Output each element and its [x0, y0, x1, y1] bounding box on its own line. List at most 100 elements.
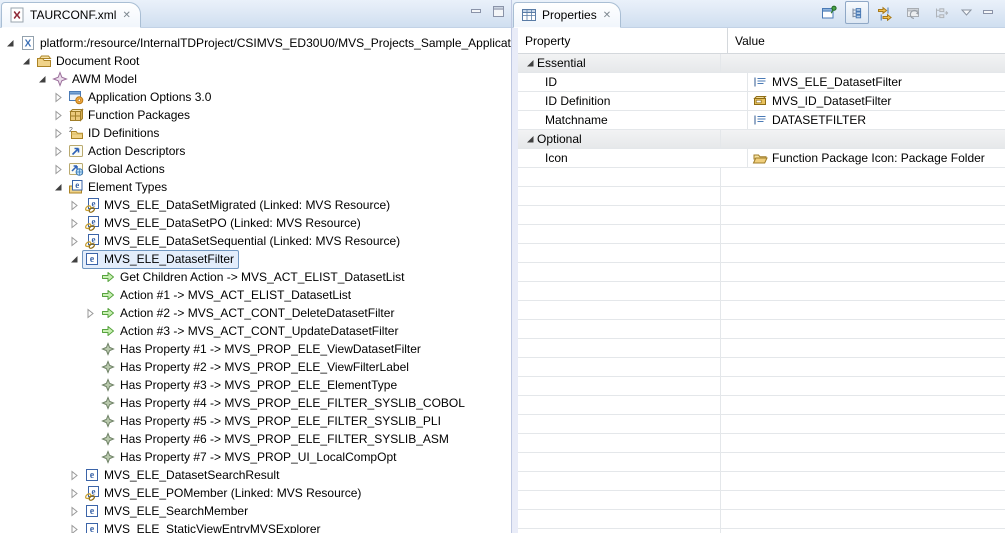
tree-item[interactable]: eMVS_ELE_StaticViewEntryMVSExplorer: [82, 520, 326, 533]
tree-item[interactable]: 2ID Definitions: [66, 124, 164, 143]
collapse-toggle-icon[interactable]: [18, 53, 34, 69]
expand-toggle-icon[interactable]: [50, 89, 66, 105]
tree-row[interactable]: Has Property #6 -> MVS_PROP_ELE_FILTER_S…: [0, 430, 511, 448]
expand-toggle-icon[interactable]: [66, 485, 82, 501]
expand-toggle-icon[interactable]: [50, 161, 66, 177]
minimize-icon[interactable]: [470, 5, 483, 18]
tree-row[interactable]: eMVS_ELE_DataSetPO (Linked: MVS Resource…: [0, 214, 511, 232]
minimize-icon[interactable]: [979, 1, 997, 24]
tree-item[interactable]: Action #1 -> MVS_ACT_ELIST_DatasetList: [98, 286, 356, 305]
property-value-cell[interactable]: DATASETFILTER: [747, 111, 1005, 129]
tree-row[interactable]: Action #3 -> MVS_ACT_CONT_UpdateDatasetF…: [0, 322, 511, 340]
property-value-cell[interactable]: [720, 130, 1005, 148]
tree-row[interactable]: Action #2 -> MVS_ACT_CONT_DeleteDatasetF…: [0, 304, 511, 322]
property-row[interactable]: MatchnameDATASETFILTER: [518, 111, 1005, 130]
tree-row[interactable]: Get Children Action -> MVS_ACT_ELIST_Dat…: [0, 268, 511, 286]
expand-toggle-icon[interactable]: [66, 467, 82, 483]
tree-item[interactable]: eMVS_ELE_SearchMember: [82, 502, 253, 521]
tree-item[interactable]: Document Root: [34, 52, 144, 71]
tree-row[interactable]: Document Root: [0, 52, 511, 70]
tree-row[interactable]: eMVS_ELE_DataSetMigrated (Linked: MVS Re…: [0, 196, 511, 214]
tab-properties[interactable]: Properties ✕: [513, 2, 621, 28]
tree-row[interactable]: Action #1 -> MVS_ACT_ELIST_DatasetList: [0, 286, 511, 304]
tree-item[interactable]: Application Options 3.0: [66, 88, 216, 107]
tree-item[interactable]: Has Property #1 -> MVS_PROP_ELE_ViewData…: [98, 340, 426, 359]
tree-row[interactable]: eMVS_ELE_DatasetFilter: [0, 250, 511, 268]
collapse-toggle-icon[interactable]: [2, 35, 18, 51]
property-row[interactable]: IDMVS_ELE_DatasetFilter: [518, 73, 1005, 92]
show-categories-icon[interactable]: [845, 1, 869, 24]
tree-item[interactable]: Global Actions: [66, 160, 170, 179]
property-value-cell[interactable]: MVS_ELE_DatasetFilter: [747, 73, 1005, 91]
tree-row[interactable]: Has Property #5 -> MVS_PROP_ELE_FILTER_S…: [0, 412, 511, 430]
tree-item[interactable]: Action #3 -> MVS_ACT_CONT_UpdateDatasetF…: [98, 322, 403, 341]
tree-item[interactable]: Has Property #2 -> MVS_PROP_ELE_ViewFilt…: [98, 358, 414, 377]
collapse-toggle-icon[interactable]: [50, 179, 66, 195]
tree-row[interactable]: Has Property #3 -> MVS_PROP_ELE_ElementT…: [0, 376, 511, 394]
tree-row[interactable]: Action Descriptors: [0, 142, 511, 160]
collapse-toggle-icon[interactable]: [523, 57, 537, 69]
property-category-row[interactable]: Essential: [518, 54, 1005, 73]
tree-row[interactable]: eMVS_ELE_POMember (Linked: MVS Resource): [0, 484, 511, 502]
tree-row[interactable]: Has Property #4 -> MVS_PROP_ELE_FILTER_S…: [0, 394, 511, 412]
collapse-toggle-icon[interactable]: [34, 71, 50, 87]
tree-row[interactable]: eMVS_ELE_DataSetSequential (Linked: MVS …: [0, 232, 511, 250]
tree-item[interactable]: Has Property #6 -> MVS_PROP_ELE_FILTER_S…: [98, 430, 454, 449]
expand-toggle-icon[interactable]: [66, 215, 82, 231]
tree-row[interactable]: Has Property #1 -> MVS_PROP_ELE_ViewData…: [0, 340, 511, 358]
column-header-value[interactable]: Value: [727, 28, 1005, 53]
expand-toggle-icon[interactable]: [50, 143, 66, 159]
tree-item[interactable]: Has Property #3 -> MVS_PROP_ELE_ElementT…: [98, 376, 402, 395]
property-category-row[interactable]: Optional: [518, 130, 1005, 149]
new-properties-view-icon[interactable]: [817, 1, 841, 24]
tree-item[interactable]: eMVS_ELE_DataSetPO (Linked: MVS Resource…: [82, 214, 366, 233]
expand-toggle-icon[interactable]: [50, 125, 66, 141]
tree-item[interactable]: Action #2 -> MVS_ACT_CONT_DeleteDatasetF…: [98, 304, 399, 323]
collapse-toggle-icon[interactable]: [66, 251, 82, 267]
expand-toggle-icon[interactable]: [66, 233, 82, 249]
tree-row[interactable]: eMVS_ELE_DatasetSearchResult: [0, 466, 511, 484]
tree-item[interactable]: Has Property #4 -> MVS_PROP_ELE_FILTER_S…: [98, 394, 470, 413]
tab-taurconf-xml[interactable]: TAURCONF.xml ✕: [1, 2, 141, 28]
tree-item[interactable]: Xplatform:/resource/InternalTDProject/CS…: [18, 34, 511, 53]
tree-item[interactable]: Has Property #5 -> MVS_PROP_ELE_FILTER_S…: [98, 412, 446, 431]
tree-item[interactable]: Has Property #7 -> MVS_PROP_UI_LocalComp…: [98, 448, 401, 467]
close-icon[interactable]: ✕: [121, 10, 131, 21]
view-menu-icon[interactable]: [957, 1, 975, 24]
tree-row[interactable]: Application Options 3.0: [0, 88, 511, 106]
property-value-cell[interactable]: MVS_ID_DatasetFilter: [747, 92, 1005, 110]
tree-row[interactable]: eElement Types: [0, 178, 511, 196]
tree-item[interactable]: eMVS_ELE_DataSetSequential (Linked: MVS …: [82, 232, 405, 251]
expand-toggle-icon[interactable]: [66, 521, 82, 533]
tree-item[interactable]: Get Children Action -> MVS_ACT_ELIST_Dat…: [98, 268, 409, 287]
property-row[interactable]: ID DefinitionMVS_ID_DatasetFilter: [518, 92, 1005, 111]
tree-row[interactable]: 2ID Definitions: [0, 124, 511, 142]
tree-row[interactable]: Function Packages: [0, 106, 511, 124]
expand-toggle-icon[interactable]: [50, 107, 66, 123]
tree-row[interactable]: eMVS_ELE_SearchMember: [0, 502, 511, 520]
column-header-property[interactable]: Property: [518, 34, 727, 48]
tree-row[interactable]: eMVS_ELE_StaticViewEntryMVSExplorer: [0, 520, 511, 533]
property-value-cell[interactable]: Function Package Icon: Package Folder: [747, 149, 1005, 167]
tree-item[interactable]: Function Packages: [66, 106, 195, 125]
close-icon[interactable]: ✕: [602, 10, 612, 21]
tree-item[interactable]: eMVS_ELE_DataSetMigrated (Linked: MVS Re…: [82, 196, 395, 215]
maximize-icon[interactable]: [492, 5, 505, 18]
property-value-cell[interactable]: [720, 54, 1005, 72]
tree-item[interactable]: eMVS_ELE_POMember (Linked: MVS Resource): [82, 484, 366, 503]
tree-row[interactable]: Has Property #2 -> MVS_PROP_ELE_ViewFilt…: [0, 358, 511, 376]
tree-row[interactable]: Global Actions: [0, 160, 511, 178]
collapse-toggle-icon[interactable]: [523, 133, 537, 145]
show-advanced-properties-icon[interactable]: [873, 1, 897, 24]
tree-item[interactable]: AWM Model: [50, 70, 142, 89]
tree-item[interactable]: Action Descriptors: [66, 142, 190, 161]
tree-row[interactable]: Xplatform:/resource/InternalTDProject/CS…: [0, 34, 511, 52]
tree-row[interactable]: AWM Model: [0, 70, 511, 88]
expand-toggle-icon[interactable]: [82, 305, 98, 321]
tree-item[interactable]: eElement Types: [66, 178, 172, 197]
tree-item-selected[interactable]: eMVS_ELE_DatasetFilter: [82, 250, 239, 269]
property-row[interactable]: IconFunction Package Icon: Package Folde…: [518, 149, 1005, 168]
expand-toggle-icon[interactable]: [66, 503, 82, 519]
tree-row[interactable]: Has Property #7 -> MVS_PROP_UI_LocalComp…: [0, 448, 511, 466]
expand-toggle-icon[interactable]: [66, 197, 82, 213]
